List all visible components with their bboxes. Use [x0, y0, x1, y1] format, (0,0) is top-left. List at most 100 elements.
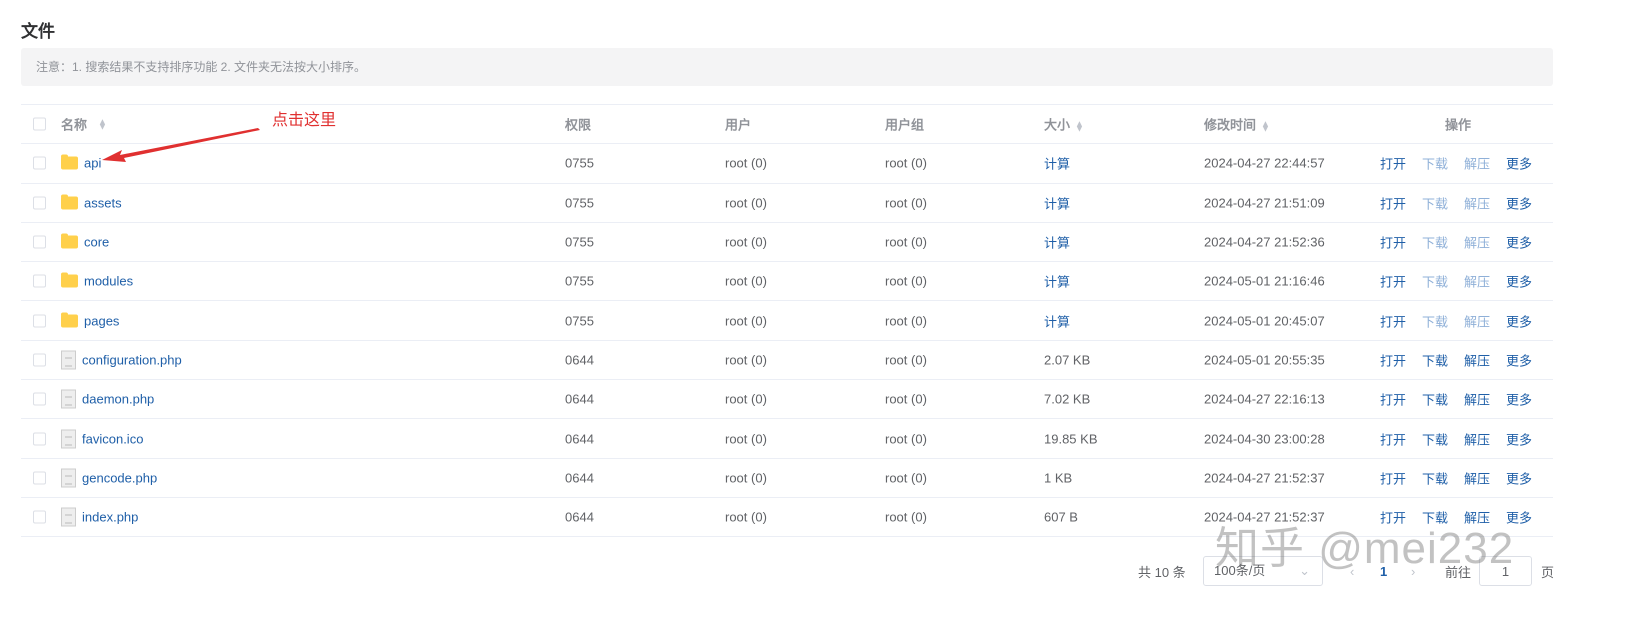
- time-cell: 2024-04-27 22:44:57: [1204, 155, 1325, 171]
- select-all-checkbox[interactable]: [33, 117, 46, 131]
- more-button[interactable]: 更多: [1506, 508, 1532, 527]
- file-name-link[interactable]: pages: [84, 313, 119, 328]
- size-cell: 607 B: [1044, 509, 1078, 525]
- column-time[interactable]: 修改时间 ▲ ▼: [1204, 115, 1270, 134]
- group-cell: root (0): [885, 273, 927, 289]
- open-button[interactable]: 打开: [1380, 508, 1406, 527]
- file-icon: [61, 429, 76, 449]
- table-row: pages 0755 root (0) root (0) 计算 2024-05-…: [21, 301, 1553, 341]
- more-button[interactable]: 更多: [1506, 272, 1532, 291]
- open-button[interactable]: 打开: [1380, 311, 1406, 330]
- download-button[interactable]: 下载: [1422, 154, 1448, 173]
- goto-page-input[interactable]: [1479, 556, 1532, 586]
- file-icon: [61, 389, 76, 409]
- calc-size-button[interactable]: 计算: [1044, 233, 1070, 252]
- more-button[interactable]: 更多: [1506, 429, 1532, 448]
- row-checkbox[interactable]: [33, 353, 46, 367]
- extract-button[interactable]: 解压: [1464, 233, 1490, 252]
- next-page-icon[interactable]: ›: [1411, 555, 1415, 587]
- row-checkbox[interactable]: [33, 392, 46, 406]
- open-button[interactable]: 打开: [1380, 193, 1406, 212]
- group-cell: root (0): [885, 391, 927, 407]
- open-button[interactable]: 打开: [1380, 390, 1406, 409]
- page-size-value: 100条/页: [1214, 563, 1266, 578]
- ops-cell: 打开 下载 解压 更多: [1380, 193, 1532, 212]
- more-button[interactable]: 更多: [1506, 193, 1532, 212]
- extract-button[interactable]: 解压: [1464, 193, 1490, 212]
- open-button[interactable]: 打开: [1380, 429, 1406, 448]
- perm-cell: 0644: [565, 352, 594, 368]
- column-size-label: 大小: [1044, 117, 1071, 133]
- file-name-link[interactable]: gencode.php: [82, 470, 157, 485]
- file-name-link[interactable]: configuration.php: [82, 352, 182, 367]
- size-cell: 19.85 KB: [1044, 431, 1098, 447]
- file-name-link[interactable]: api: [84, 156, 101, 171]
- page-number[interactable]: 1: [1380, 555, 1387, 587]
- download-button[interactable]: 下载: [1422, 429, 1448, 448]
- more-button[interactable]: 更多: [1506, 311, 1532, 330]
- extract-button[interactable]: 解压: [1464, 508, 1490, 527]
- time-cell: 2024-04-27 21:52:37: [1204, 470, 1325, 486]
- file-name-link[interactable]: assets: [84, 195, 122, 210]
- folder-icon: [61, 194, 78, 210]
- row-checkbox[interactable]: [33, 471, 46, 485]
- file-name-link[interactable]: index.php: [82, 510, 138, 525]
- file-name-link[interactable]: daemon.php: [82, 392, 154, 407]
- group-cell: root (0): [885, 195, 927, 211]
- ops-cell: 打开 下载 解压 更多: [1380, 468, 1532, 487]
- row-checkbox[interactable]: [33, 156, 46, 170]
- calc-size-button[interactable]: 计算: [1044, 272, 1070, 291]
- extract-button[interactable]: 解压: [1464, 350, 1490, 369]
- row-checkbox[interactable]: [33, 314, 46, 328]
- calc-size-button[interactable]: 计算: [1044, 193, 1070, 212]
- extract-button[interactable]: 解压: [1464, 390, 1490, 409]
- file-icon: [61, 507, 76, 527]
- more-button[interactable]: 更多: [1506, 350, 1532, 369]
- row-checkbox[interactable]: [33, 274, 46, 288]
- perm-cell: 0755: [565, 234, 594, 250]
- time-cell: 2024-05-01 20:55:35: [1204, 352, 1325, 368]
- more-button[interactable]: 更多: [1506, 233, 1532, 252]
- row-checkbox[interactable]: [33, 432, 46, 446]
- extract-button[interactable]: 解压: [1464, 311, 1490, 330]
- open-button[interactable]: 打开: [1380, 154, 1406, 173]
- sort-icon[interactable]: ▲ ▼: [1261, 119, 1270, 133]
- extract-button[interactable]: 解压: [1464, 272, 1490, 291]
- open-button[interactable]: 打开: [1380, 350, 1406, 369]
- file-icon: [61, 350, 76, 370]
- download-button[interactable]: 下载: [1422, 508, 1448, 527]
- user-cell: root (0): [725, 391, 767, 407]
- extract-button[interactable]: 解压: [1464, 429, 1490, 448]
- row-checkbox[interactable]: [33, 196, 46, 210]
- more-button[interactable]: 更多: [1506, 390, 1532, 409]
- more-button[interactable]: 更多: [1506, 468, 1532, 487]
- annotation-text: 点击这里: [272, 112, 337, 129]
- name-cell: pages: [61, 312, 119, 328]
- download-button[interactable]: 下载: [1422, 350, 1448, 369]
- row-checkbox[interactable]: [33, 235, 46, 249]
- column-size[interactable]: 大小 ▲ ▼: [1044, 115, 1084, 134]
- extract-button[interactable]: 解压: [1464, 154, 1490, 173]
- page-size-select[interactable]: 100条/页 ⌄: [1203, 556, 1323, 586]
- calc-size-button[interactable]: 计算: [1044, 311, 1070, 330]
- download-button[interactable]: 下载: [1422, 233, 1448, 252]
- calc-size-button[interactable]: 计算: [1044, 154, 1070, 173]
- file-name-link[interactable]: core: [84, 235, 109, 250]
- sort-icon[interactable]: ▲ ▼: [1075, 119, 1084, 133]
- open-button[interactable]: 打开: [1380, 272, 1406, 291]
- file-name-link[interactable]: modules: [84, 274, 133, 289]
- download-button[interactable]: 下载: [1422, 272, 1448, 291]
- download-button[interactable]: 下载: [1422, 390, 1448, 409]
- download-button[interactable]: 下载: [1422, 193, 1448, 212]
- more-button[interactable]: 更多: [1506, 154, 1532, 173]
- row-checkbox[interactable]: [33, 510, 46, 524]
- open-button[interactable]: 打开: [1380, 233, 1406, 252]
- download-button[interactable]: 下载: [1422, 468, 1448, 487]
- file-name-link[interactable]: favicon.ico: [82, 431, 143, 446]
- prev-page-icon[interactable]: ‹: [1350, 555, 1354, 587]
- name-cell: configuration.php: [61, 350, 182, 370]
- extract-button[interactable]: 解压: [1464, 468, 1490, 487]
- open-button[interactable]: 打开: [1380, 468, 1406, 487]
- time-cell: 2024-04-27 22:16:13: [1204, 391, 1325, 407]
- download-button[interactable]: 下载: [1422, 311, 1448, 330]
